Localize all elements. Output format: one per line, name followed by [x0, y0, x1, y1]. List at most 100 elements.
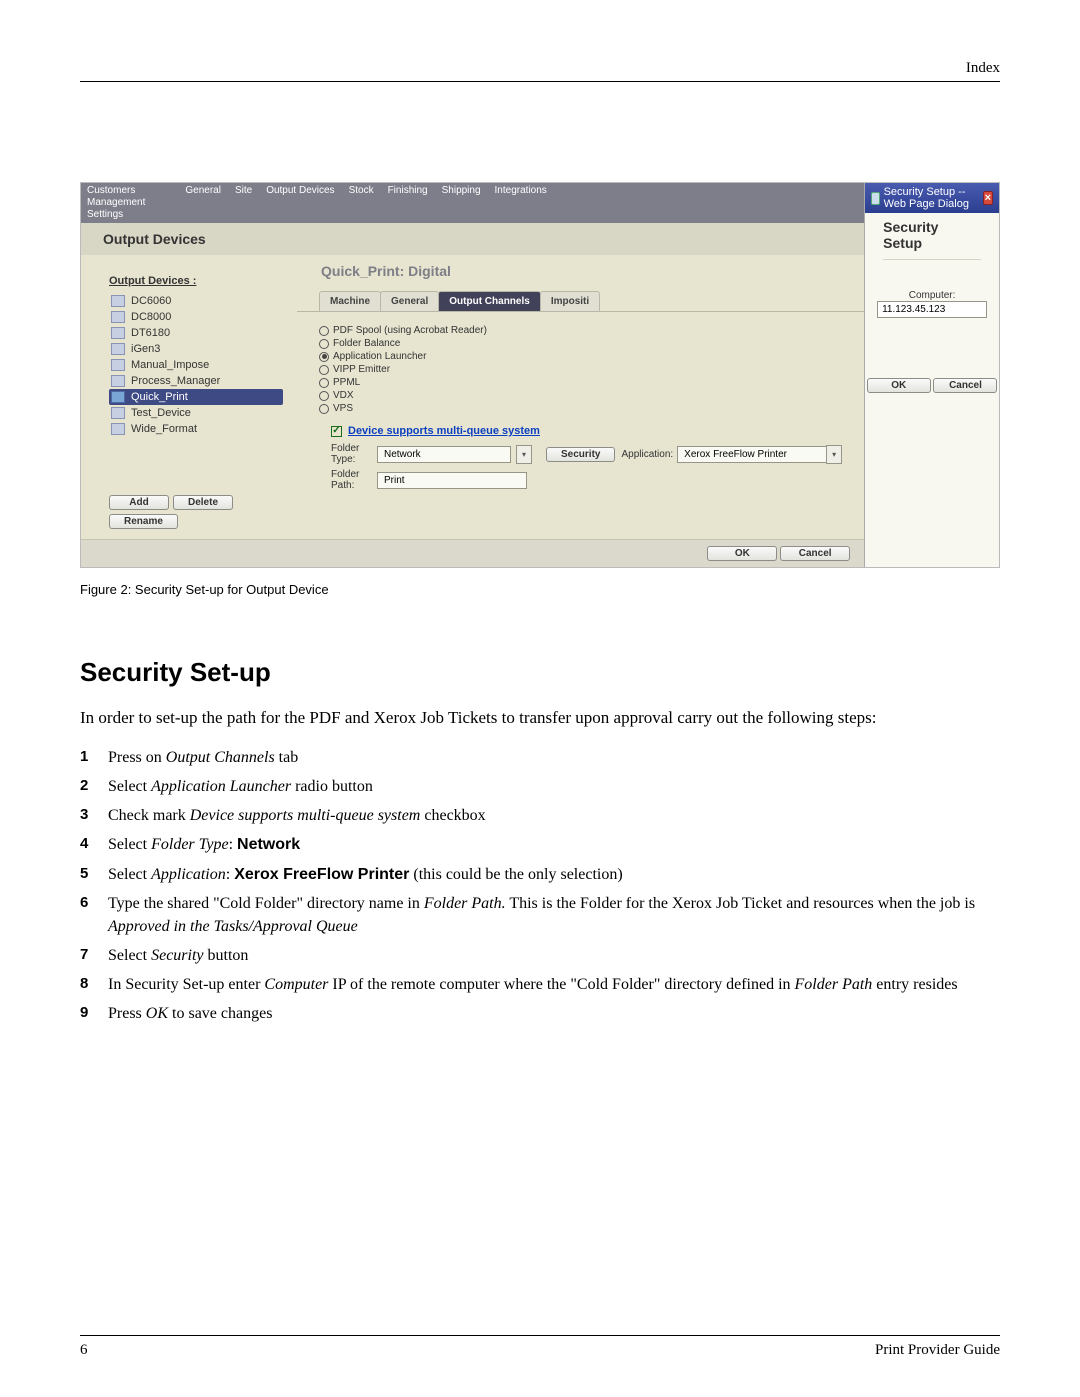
printer-icon — [111, 343, 125, 355]
add-button[interactable]: Add — [109, 495, 169, 510]
chevron-down-icon[interactable]: ▾ — [826, 445, 842, 464]
printer-icon — [111, 391, 125, 403]
radio-icon — [319, 352, 329, 362]
close-icon[interactable]: × — [983, 191, 993, 205]
step-3: Check mark Device supports multi-queue s… — [80, 804, 1000, 827]
device-label: Manual_Impose — [131, 359, 209, 371]
radio-icon — [319, 391, 329, 401]
printer-icon — [111, 359, 125, 371]
radio-label: VIPP Emitter — [333, 364, 390, 375]
dialog-titlebar-text: Security Setup -- Web Page Dialog — [884, 186, 983, 210]
folder-type-select[interactable]: Network — [377, 446, 511, 463]
device-item[interactable]: Process_Manager — [109, 373, 283, 389]
radio-option[interactable]: VIPP Emitter — [319, 363, 842, 376]
subtab-impositi[interactable]: Impositi — [540, 291, 600, 311]
intro-paragraph: In order to set-up the path for the PDF … — [80, 706, 1000, 730]
nav-management[interactable]: Management — [87, 197, 145, 208]
step-4: Select Folder Type: Network — [80, 833, 1000, 856]
dialog-cancel-button[interactable]: Cancel — [933, 378, 997, 393]
breadcrumb-heading: Output Devices — [81, 223, 864, 255]
tab-general[interactable]: General — [185, 185, 221, 196]
radio-option[interactable]: Folder Balance — [319, 337, 842, 350]
folder-type-label: Folder Type: — [331, 443, 371, 465]
step-7: Select Security button — [80, 944, 1000, 967]
tab-shipping[interactable]: Shipping — [442, 185, 481, 196]
rename-button[interactable]: Rename — [109, 514, 178, 529]
radio-icon — [319, 365, 329, 375]
device-sidebar: Output Devices : DC6060 DC8000 DT6180 iGen3… — [81, 255, 297, 539]
radio-option[interactable]: VDX — [319, 389, 842, 402]
sidebar-heading: Output Devices : — [109, 275, 283, 287]
step-9: Press OK to save changes — [80, 1002, 1000, 1025]
radio-option[interactable]: PDF Spool (using Acrobat Reader) — [319, 324, 842, 337]
radio-option[interactable]: PPML — [319, 376, 842, 389]
tab-stock[interactable]: Stock — [349, 185, 374, 196]
steps-list: Press on Output Channels tab Select Appl… — [80, 746, 1000, 1026]
figure-screenshot: Customers Management Settings General Si… — [80, 182, 1000, 568]
printer-icon — [111, 295, 125, 307]
security-button[interactable]: Security — [546, 447, 615, 462]
device-label: DC8000 — [131, 311, 171, 323]
radio-label: Folder Balance — [333, 338, 400, 349]
multi-queue-checkbox[interactable] — [331, 426, 342, 437]
radio-label: VDX — [333, 390, 354, 401]
radio-icon — [319, 378, 329, 388]
delete-button[interactable]: Delete — [173, 495, 233, 510]
device-label: iGen3 — [131, 343, 160, 355]
device-item[interactable]: iGen3 — [109, 341, 283, 357]
device-item[interactable]: Manual_Impose — [109, 357, 283, 373]
nav-customers[interactable]: Customers — [87, 185, 135, 196]
multi-queue-label[interactable]: Device supports multi-queue system — [348, 425, 540, 437]
section-heading: Security Set-up — [80, 657, 1000, 688]
tab-finishing[interactable]: Finishing — [388, 185, 428, 196]
device-item[interactable]: Quick_Print — [109, 389, 283, 405]
page-header-index: Index — [80, 60, 1000, 82]
device-item[interactable]: Test_Device — [109, 405, 283, 421]
device-title: Quick_Print: Digital — [297, 259, 864, 291]
subtab-general[interactable]: General — [380, 291, 439, 311]
radio-label: Application Launcher — [333, 351, 426, 362]
subtab-machine[interactable]: Machine — [319, 291, 381, 311]
dialog-heading: Security Setup — [865, 213, 999, 255]
step-2: Select Application Launcher radio button — [80, 775, 1000, 798]
printer-icon — [111, 423, 125, 435]
printer-icon — [111, 407, 125, 419]
step-5: Select Application: Xerox FreeFlow Print… — [80, 863, 1000, 886]
printer-icon — [111, 375, 125, 387]
dialog-ok-button[interactable]: OK — [867, 378, 931, 393]
subtab-output-channels[interactable]: Output Channels — [438, 291, 541, 311]
printer-icon — [111, 327, 125, 339]
device-label: DT6180 — [131, 327, 170, 339]
tab-integrations[interactable]: Integrations — [495, 185, 547, 196]
radio-option[interactable]: Application Launcher — [319, 350, 842, 363]
nav-settings[interactable]: Settings — [87, 209, 123, 220]
folder-path-input[interactable] — [377, 472, 527, 489]
tab-output-devices[interactable]: Output Devices — [266, 185, 334, 196]
radio-icon — [319, 404, 329, 414]
subtab-output-channels-label: Output Channels — [449, 296, 530, 307]
step-8: In Security Set-up enter Computer IP of … — [80, 973, 1000, 996]
security-setup-dialog: Security Setup -- Web Page Dialog × Secu… — [864, 183, 999, 567]
ok-button[interactable]: OK — [707, 546, 777, 561]
device-item[interactable]: DT6180 — [109, 325, 283, 341]
radio-option[interactable]: VPS — [319, 402, 842, 415]
page-number: 6 — [80, 1342, 88, 1359]
device-label: DC6060 — [131, 295, 171, 307]
page-footer: 6 Print Provider Guide — [80, 1335, 1000, 1359]
device-item[interactable]: Wide_Format — [109, 421, 283, 437]
cancel-button[interactable]: Cancel — [780, 546, 850, 561]
radio-label: PDF Spool (using Acrobat Reader) — [333, 325, 487, 336]
radio-icon — [319, 339, 329, 349]
application-select[interactable]: Xerox FreeFlow Printer — [677, 446, 827, 463]
computer-input[interactable] — [877, 301, 987, 318]
device-label: Wide_Format — [131, 423, 197, 435]
chevron-down-icon[interactable]: ▾ — [516, 445, 532, 464]
device-item[interactable]: DC6060 — [109, 293, 283, 309]
tab-site[interactable]: Site — [235, 185, 252, 196]
application-label: Application: — [621, 449, 673, 460]
device-item[interactable]: DC8000 — [109, 309, 283, 325]
top-nav: Customers Management Settings General Si… — [81, 183, 864, 223]
device-label: Test_Device — [131, 407, 191, 419]
step-6: Type the shared "Cold Folder" directory … — [80, 892, 1000, 938]
radio-label: PPML — [333, 377, 360, 388]
